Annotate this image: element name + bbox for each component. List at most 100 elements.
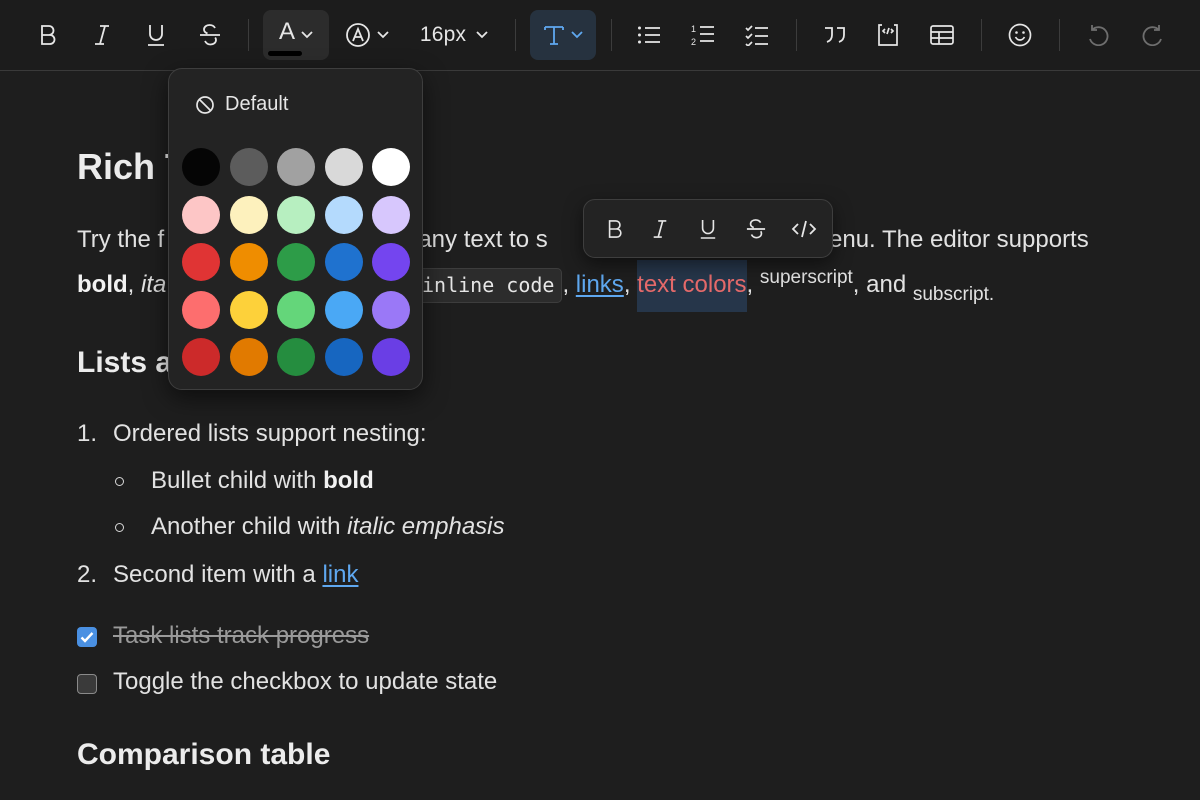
toolbar-divider bbox=[611, 19, 612, 51]
color-swatch[interactable] bbox=[182, 148, 220, 186]
task-item: Toggle the checkbox to update state bbox=[113, 668, 498, 695]
selection-bubble-menu bbox=[583, 199, 833, 258]
text-segment: Second item with a bbox=[113, 561, 316, 588]
italic-button[interactable] bbox=[82, 10, 122, 60]
color-swatch[interactable] bbox=[324, 290, 363, 329]
bubble-code-button[interactable] bbox=[787, 212, 821, 246]
bubble-italic-button[interactable] bbox=[643, 212, 677, 246]
color-swatch[interactable] bbox=[324, 148, 363, 186]
task-list-button[interactable] bbox=[737, 10, 777, 60]
default-color-label: Default bbox=[225, 93, 289, 115]
bullet-list-icon bbox=[638, 26, 660, 44]
color-swatch[interactable] bbox=[277, 243, 315, 281]
ordered-list-button[interactable]: 12 bbox=[683, 10, 723, 60]
task-checkbox-unchecked[interactable] bbox=[77, 674, 97, 694]
code-icon bbox=[791, 220, 817, 238]
default-color-option[interactable]: Default bbox=[195, 93, 288, 116]
text-segment: enu. The editor supports bbox=[829, 226, 1089, 253]
strikethrough-button[interactable] bbox=[190, 10, 230, 60]
redo-icon bbox=[1142, 25, 1162, 46]
strikethrough-icon bbox=[746, 219, 766, 239]
superscript-text: superscript bbox=[759, 267, 853, 288]
italic-text: ita bbox=[141, 271, 167, 298]
underline-icon bbox=[700, 220, 716, 239]
emoji-button[interactable] bbox=[1000, 10, 1040, 60]
color-swatch[interactable] bbox=[277, 195, 315, 234]
color-swatch[interactable] bbox=[229, 148, 268, 186]
highlight-button[interactable] bbox=[337, 10, 397, 60]
bubble-strike-button[interactable] bbox=[739, 212, 773, 246]
chevron-down-icon bbox=[301, 31, 313, 39]
checkmark-icon bbox=[80, 632, 94, 643]
bullet-marker bbox=[115, 477, 124, 486]
color-swatch[interactable] bbox=[182, 290, 220, 329]
link-text[interactable]: links bbox=[576, 271, 624, 298]
italic-icon bbox=[653, 220, 667, 238]
text-color-popover: Default bbox=[168, 68, 423, 390]
color-swatch[interactable] bbox=[229, 338, 268, 376]
undo-button[interactable] bbox=[1078, 10, 1118, 60]
color-swatch[interactable] bbox=[182, 338, 220, 376]
paragraph-line-1-mid: t any text to s bbox=[405, 226, 548, 254]
color-swatch[interactable] bbox=[372, 148, 410, 186]
color-swatch[interactable] bbox=[324, 338, 363, 376]
color-swatch[interactable] bbox=[229, 243, 268, 281]
color-swatch[interactable] bbox=[324, 243, 363, 281]
bold-text: bold bbox=[77, 271, 128, 298]
bold-icon bbox=[41, 25, 56, 45]
color-swatch[interactable] bbox=[277, 290, 315, 329]
paragraph-line-1: Try the f bbox=[77, 226, 164, 254]
color-swatch[interactable] bbox=[182, 195, 220, 234]
chevron-down-icon bbox=[571, 31, 583, 39]
selected-colored-text[interactable]: text colors bbox=[637, 260, 747, 312]
bubble-bold-button[interactable] bbox=[598, 212, 632, 246]
quote-icon bbox=[825, 27, 845, 43]
color-swatch[interactable] bbox=[277, 148, 315, 186]
inline-code: inline code bbox=[414, 268, 563, 303]
bold-text: bold bbox=[323, 467, 374, 494]
code-block-button[interactable] bbox=[868, 10, 908, 60]
color-swatch[interactable] bbox=[182, 243, 220, 281]
color-swatch[interactable] bbox=[372, 195, 410, 234]
heading-comparison-table: Comparison table bbox=[77, 738, 331, 771]
text-segment: t any text to s bbox=[405, 226, 548, 253]
strikethrough-icon bbox=[200, 24, 220, 46]
color-swatch[interactable] bbox=[277, 338, 315, 376]
task-list-icon bbox=[745, 25, 768, 46]
italic-text: italic emphasis bbox=[347, 513, 505, 540]
text-segment: , and bbox=[852, 271, 907, 298]
bubble-underline-button[interactable] bbox=[691, 212, 725, 246]
highlight-icon bbox=[346, 23, 370, 47]
table-icon bbox=[930, 25, 954, 45]
smiley-icon bbox=[1008, 23, 1032, 47]
text-style-button[interactable] bbox=[530, 10, 596, 60]
table-button[interactable] bbox=[922, 10, 962, 60]
color-swatch[interactable] bbox=[229, 290, 268, 329]
text-color-letter: A bbox=[278, 18, 295, 45]
color-swatch[interactable] bbox=[372, 290, 410, 329]
toolbar-divider bbox=[796, 19, 797, 51]
color-swatch[interactable] bbox=[324, 195, 363, 234]
color-swatch[interactable] bbox=[372, 338, 410, 376]
underline-button[interactable] bbox=[136, 10, 176, 60]
underline-icon bbox=[148, 25, 164, 46]
heading-lists: Lists a bbox=[77, 346, 173, 379]
link-text[interactable]: link bbox=[322, 561, 358, 588]
paragraph-line-1-end: enu. The editor supports bbox=[829, 226, 1089, 254]
task-checkbox-checked[interactable] bbox=[77, 627, 97, 647]
bold-icon bbox=[608, 220, 622, 238]
text-style-icon bbox=[544, 26, 564, 45]
bullet-list-button[interactable] bbox=[629, 10, 669, 60]
font-size-select[interactable]: 16px bbox=[412, 10, 496, 60]
toolbar-divider bbox=[248, 19, 249, 51]
redo-button[interactable] bbox=[1133, 10, 1173, 60]
svg-text:1: 1 bbox=[691, 24, 696, 34]
bullet-list-item: Bullet child with bold bbox=[151, 467, 374, 495]
ordered-list-icon: 12 bbox=[691, 24, 714, 47]
undo-icon bbox=[1089, 25, 1109, 46]
color-swatch[interactable] bbox=[372, 243, 410, 281]
bold-button[interactable] bbox=[28, 10, 68, 60]
text-segment: . bbox=[988, 284, 995, 305]
blockquote-button[interactable] bbox=[815, 10, 855, 60]
color-swatch[interactable] bbox=[229, 195, 268, 234]
